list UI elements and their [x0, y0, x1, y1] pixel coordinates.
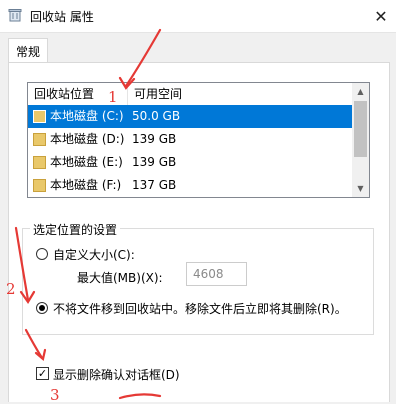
location-list[interactable]: 回收站位置 可用空间 本地磁盘 (C:) 50.0 GB 本地磁盘 (D:) 1…: [27, 82, 370, 198]
scroll-up-icon[interactable]: ▲: [352, 83, 369, 100]
drive-icon: [33, 179, 46, 192]
list-rows: 本地磁盘 (C:) 50.0 GB 本地磁盘 (D:) 139 GB 本地磁盘 …: [28, 105, 352, 197]
list-scrollbar[interactable]: ▲ ▼: [352, 83, 369, 197]
check-icon: ✓: [37, 367, 48, 380]
tab-general-label: 常规: [15, 44, 40, 59]
drive-space: 50.0 GB: [132, 109, 181, 123]
custom-size-label[interactable]: 自定义大小(C):: [53, 246, 135, 263]
max-size-input[interactable]: 4608: [186, 262, 247, 286]
column-header-space[interactable]: 可用空间: [128, 83, 352, 105]
confirm-delete-checkbox[interactable]: ✓: [36, 367, 49, 380]
confirm-delete-label[interactable]: 显示删除确认对话框(D): [53, 366, 180, 383]
drive-name: 本地磁盘 (E:): [50, 155, 123, 169]
delete-immediately-radio[interactable]: [36, 302, 48, 314]
list-item[interactable]: 本地磁盘 (D:) 139 GB: [28, 128, 352, 151]
list-header: 回收站位置 可用空间: [28, 83, 352, 106]
drive-name: 本地磁盘 (D:): [50, 132, 125, 146]
max-size-label: 最大值(MB)(X):: [77, 271, 163, 285]
drive-space: 139 GB: [132, 155, 177, 169]
drive-name: 本地磁盘 (C:): [50, 109, 124, 123]
annotation-label-3: 3: [50, 386, 60, 404]
drive-name: 本地磁盘 (F:): [50, 178, 122, 192]
close-icon: ✕: [374, 6, 388, 26]
list-item[interactable]: 本地磁盘 (E:) 139 GB: [28, 151, 352, 174]
drive-icon: [33, 110, 46, 123]
settings-group-label: 选定位置的设置: [30, 221, 121, 238]
window-title: 回收站 属性: [30, 10, 94, 24]
scroll-down-icon[interactable]: ▼: [352, 180, 369, 197]
scroll-thumb[interactable]: [354, 101, 367, 157]
drive-space: 137 GB: [132, 178, 177, 192]
tab-general[interactable]: 常规: [8, 38, 48, 63]
list-item[interactable]: 本地磁盘 (C:) 50.0 GB: [28, 105, 352, 128]
custom-size-radio[interactable]: [36, 248, 48, 260]
drive-icon: [33, 156, 46, 169]
list-item[interactable]: 本地磁盘 (F:) 137 GB: [28, 174, 352, 197]
close-button[interactable]: ✕: [366, 0, 396, 32]
annotation-label-1: 1: [108, 88, 118, 106]
recycle-bin-icon: [8, 9, 22, 22]
drive-space: 139 GB: [132, 132, 177, 146]
drive-icon: [33, 133, 46, 146]
delete-immediately-label[interactable]: 不将文件移到回收站中。移除文件后立即将其删除(R)。: [53, 300, 347, 317]
annotation-label-2: 2: [6, 280, 16, 298]
title-bar: 回收站 属性 ✕: [0, 0, 396, 33]
